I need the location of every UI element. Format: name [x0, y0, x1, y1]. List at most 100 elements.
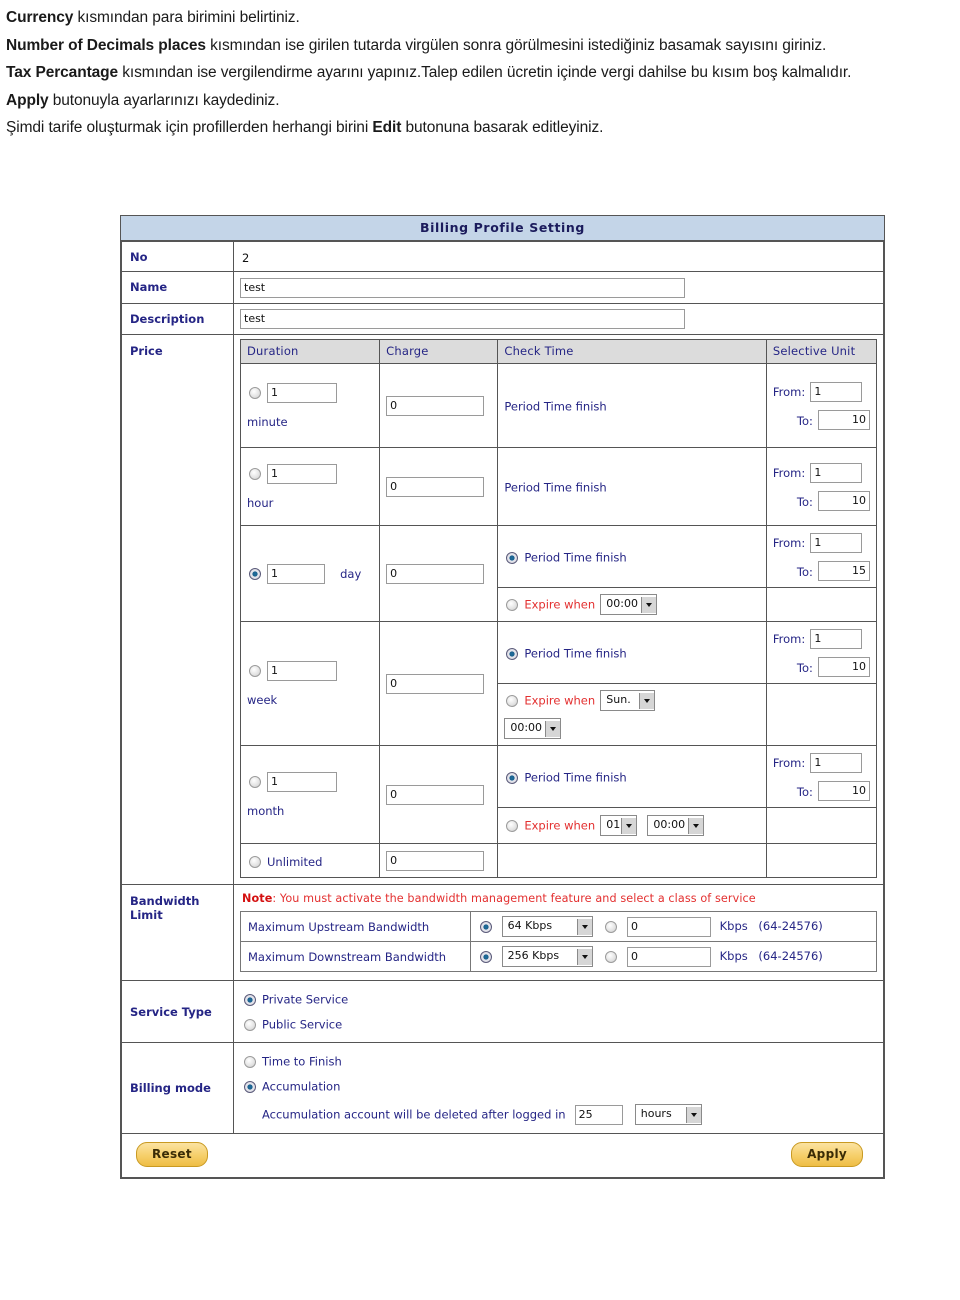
expire-time-select-day[interactable]: 00:00: [600, 594, 658, 615]
accumulation-hours-input[interactable]: 25: [574, 1104, 623, 1125]
accumulation-label: Accumulation: [262, 1079, 341, 1094]
charge-input-week[interactable]: 0: [386, 673, 485, 694]
from-label-minute: From:: [772, 385, 806, 399]
duration-radio-unlimited[interactable]: [249, 855, 261, 868]
downstream-custom-radio[interactable]: [605, 950, 618, 963]
downstream-range-hint: (64-24576): [758, 949, 823, 963]
check-time-period-cell-day: Period Time finish: [497, 525, 767, 588]
upstream-preset-select[interactable]: 64 Kbps: [501, 916, 593, 937]
time-to-finish-radio[interactable]: [244, 1055, 256, 1068]
from-label-hour: From:: [772, 466, 806, 480]
period-radio-day[interactable]: [506, 551, 519, 564]
form-row-price: Price Duration Charge Check Time Selecti…: [121, 334, 884, 885]
column-header-duration: Duration: [239, 339, 381, 364]
from-input-minute[interactable]: 1: [810, 381, 863, 402]
downstream-preset-radio[interactable]: [480, 950, 492, 963]
check-time-expire-cell-day: Expire when 00:00: [497, 587, 767, 622]
duration-radio-minute[interactable]: [249, 387, 261, 400]
form-row-billing-mode: Billing mode Time to Finish Accumulation…: [121, 1042, 884, 1134]
to-label-hour: To:: [796, 494, 813, 509]
duration-cell-month: 1 month: [239, 745, 381, 844]
duration-radio-hour[interactable]: [249, 468, 261, 481]
charge-input-minute[interactable]: 0: [386, 395, 485, 416]
duration-unit-day: day: [340, 566, 362, 581]
from-label-month: From:: [772, 756, 806, 770]
period-label-day: Period Time finish: [524, 550, 627, 565]
charge-cell-unlimited: 0: [379, 843, 499, 878]
expire-time-value-week: 00:00: [510, 721, 543, 734]
expire-time-select-week[interactable]: 00:00: [504, 718, 562, 739]
period-radio-week[interactable]: [506, 647, 519, 660]
billing-mode-cell: Time to Finish Accumulation Accumulation…: [233, 1042, 884, 1134]
billing-mode-option-accumulation[interactable]: Accumulation: [242, 1072, 877, 1097]
duration-radio-day[interactable]: [249, 567, 261, 580]
charge-cell-minute: 0: [379, 363, 499, 448]
expire-radio-week[interactable]: [506, 694, 519, 707]
upstream-preset-radio[interactable]: [480, 920, 492, 933]
to-input-day[interactable]: 15: [818, 561, 870, 581]
service-type-option-private[interactable]: Private Service: [242, 987, 877, 1010]
downstream-custom-input[interactable]: 0: [626, 946, 711, 967]
apply-button[interactable]: Apply: [791, 1142, 863, 1167]
instruction-line: Tax Percantage kısmından ise vergilendir…: [6, 64, 852, 81]
billing-mode-option-time-to-finish[interactable]: Time to Finish: [242, 1049, 877, 1072]
charge-input-hour[interactable]: 0: [386, 476, 485, 497]
upstream-label: Maximum Upstream Bandwidth: [240, 911, 471, 942]
no-value-cell: 2: [233, 241, 884, 272]
expire-weekday-select-week[interactable]: Sun.: [600, 690, 656, 711]
to-input-hour[interactable]: 10: [818, 491, 870, 511]
duration-input-minute[interactable]: 1: [267, 383, 337, 404]
from-input-hour[interactable]: 1: [810, 462, 863, 483]
to-input-month[interactable]: 10: [818, 781, 870, 801]
expire-month-select[interactable]: 01: [600, 815, 638, 836]
private-service-label: Private Service: [262, 992, 349, 1007]
charge-cell-day: 0: [379, 525, 499, 622]
reset-button[interactable]: Reset: [136, 1142, 208, 1167]
price-label: Price: [121, 334, 234, 885]
check-time-cell-hour: Period Time finish: [497, 447, 767, 526]
upstream-custom-input[interactable]: 0: [626, 916, 711, 937]
from-input-day[interactable]: 1: [810, 532, 863, 553]
duration-input-week[interactable]: 1: [267, 661, 337, 682]
downstream-preset-select[interactable]: 256 Kbps: [501, 946, 593, 967]
instruction-text-block: Currency kısmından para birimini belirti…: [0, 0, 960, 142]
price-table: Duration Charge Check Time Selective Uni…: [239, 339, 878, 878]
chevron-down-icon: [545, 720, 561, 737]
upstream-controls: 64 Kbps 0 Kbps (64-24576): [470, 911, 877, 942]
charge-input-month[interactable]: 0: [386, 784, 485, 805]
accumulation-unit-select[interactable]: hours: [634, 1104, 702, 1125]
public-service-radio[interactable]: [244, 1018, 256, 1031]
to-label-day: To:: [796, 564, 813, 579]
charge-input-day[interactable]: 0: [386, 563, 485, 584]
chevron-down-icon: [576, 918, 592, 935]
duration-radio-week[interactable]: [249, 665, 261, 678]
expire-radio-day[interactable]: [506, 598, 519, 611]
check-time-label-hour: Period Time finish: [504, 480, 607, 495]
duration-input-day[interactable]: 1: [267, 563, 325, 584]
from-input-week[interactable]: 1: [810, 628, 863, 649]
duration-unit-month: month: [247, 803, 285, 818]
description-input[interactable]: test: [240, 309, 685, 329]
page-title: Billing Profile Setting: [121, 216, 884, 241]
expire-time-select-month[interactable]: 00:00: [647, 815, 705, 836]
duration-radio-month[interactable]: [249, 776, 261, 789]
period-radio-month[interactable]: [506, 771, 519, 784]
selective-unit-cell-day: From: 1 To: 15: [765, 525, 878, 588]
upstream-unit-label: Kbps: [719, 919, 748, 933]
accumulation-radio[interactable]: [244, 1080, 256, 1093]
duration-input-month[interactable]: 1: [267, 772, 337, 793]
upstream-custom-radio[interactable]: [605, 920, 618, 933]
expire-radio-month[interactable]: [506, 819, 519, 832]
service-type-option-public[interactable]: Public Service: [242, 1010, 877, 1035]
charge-input-unlimited[interactable]: 0: [386, 850, 485, 871]
from-input-month[interactable]: 1: [810, 752, 863, 773]
check-time-period-cell-week: Period Time finish: [497, 621, 767, 684]
name-input[interactable]: test: [240, 277, 685, 298]
to-input-week[interactable]: 10: [818, 657, 870, 677]
duration-input-hour[interactable]: 1: [267, 464, 337, 485]
to-input-minute[interactable]: 10: [818, 410, 870, 430]
chevron-down-icon: [621, 817, 637, 834]
accumulation-settings-row: Accumulation account will be deleted aft…: [242, 1097, 877, 1125]
private-service-radio[interactable]: [244, 993, 256, 1006]
selective-unit-cell-unlimited: [765, 843, 878, 878]
